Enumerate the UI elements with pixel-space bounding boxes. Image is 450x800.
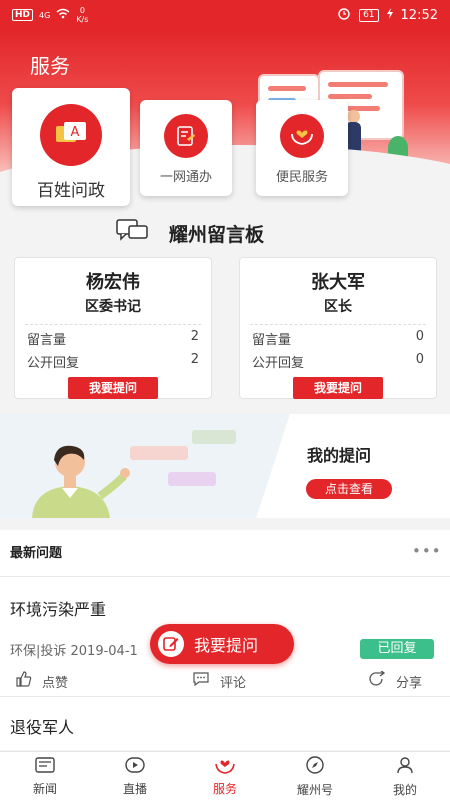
tab-yaozhou-hao[interactable]: 耀州号 [270, 752, 360, 800]
message-count-value: 2 [190, 329, 199, 344]
status-left: HD 4G 0 K/s [12, 6, 88, 24]
page-title: 服务 [30, 54, 70, 78]
question-title[interactable]: 环境污染严重 [10, 596, 106, 620]
person-pointing-illustration [28, 436, 138, 518]
status-right: 61 12:52 [337, 6, 438, 24]
illustration-line [328, 94, 372, 99]
reply-count-row: 公开回复 0 [240, 352, 436, 371]
share-label: 分享 [396, 675, 423, 691]
service-card-bianmin-fuwu[interactable]: 便民服务 [256, 100, 348, 196]
charging-icon [386, 7, 393, 23]
like-action[interactable]: 点赞 [16, 671, 68, 691]
hd-badge: HD [12, 9, 34, 21]
status-badge: 已回复 [360, 639, 434, 659]
tab-label: 耀州号 [296, 782, 333, 797]
message-count-label: 留言量 [27, 333, 67, 348]
tab-label: 我的 [392, 782, 417, 797]
message-board-title: 耀州留言板 [169, 223, 265, 246]
reply-count-value: 0 [415, 352, 424, 367]
tab-label: 直播 [122, 781, 147, 796]
official-role: 区长 [324, 299, 352, 315]
service-label: 一网通办 [159, 170, 212, 185]
more-options-icon[interactable]: ••• [412, 542, 442, 560]
my-questions-title: 我的提问 [307, 446, 372, 465]
wifi-icon [56, 8, 70, 22]
clock-time: 12:52 [400, 7, 438, 23]
ask-question-fab-label: 我要提问 [194, 636, 259, 655]
speech-bubble-illustration [192, 430, 236, 444]
comment-action[interactable]: 评论 [192, 671, 246, 691]
net-speed: 0 K/s [76, 6, 88, 24]
latest-questions-title: 最新问题 [10, 546, 63, 561]
net-speed-unit: K/s [76, 15, 89, 24]
question-meta: 环保|投诉 2019-04-1 [10, 644, 138, 659]
tab-live[interactable]: 直播 [90, 752, 180, 800]
speech-bubble-illustration [168, 472, 216, 486]
message-board-header: 耀州留言板 [115, 218, 264, 248]
share-icon [368, 669, 386, 691]
message-count-row: 留言量 0 [240, 329, 436, 348]
edit-icon [158, 631, 184, 657]
reply-count-label: 公开回复 [252, 356, 305, 371]
qa-icon: A [40, 104, 102, 166]
like-label: 点赞 [42, 675, 69, 691]
app-screen: HD 4G 0 K/s 61 12:52 服务 A 百姓问政 一网通办 便民服务… [0, 0, 450, 800]
service-label: 百姓问政 [37, 181, 105, 201]
network-label: 4G [39, 10, 51, 20]
ask-question-fab[interactable]: 我要提问 [150, 624, 294, 664]
play-icon [124, 756, 146, 777]
status-bar: HD 4G 0 K/s 61 12:52 [0, 0, 450, 30]
reply-count-label: 公开回复 [27, 356, 80, 371]
question-title[interactable]: 退役军人 [10, 714, 74, 738]
divider [0, 576, 450, 577]
net-speed-value: 0 [79, 6, 85, 15]
service-hands-icon [214, 756, 236, 777]
reply-count-value: 2 [190, 352, 199, 367]
tab-news[interactable]: 新闻 [0, 752, 90, 800]
official-name: 杨宏伟 [86, 272, 140, 293]
comment-icon [192, 671, 210, 691]
illustration-line [328, 82, 388, 87]
speech-bubble-illustration [130, 446, 188, 460]
user-icon [395, 755, 415, 778]
service-label: 便民服务 [275, 170, 328, 185]
compass-icon [305, 755, 325, 778]
ask-question-button[interactable]: 我要提问 [68, 377, 158, 399]
official-name: 张大军 [311, 272, 365, 293]
comment-label: 评论 [220, 675, 247, 691]
document-icon [164, 114, 208, 158]
message-count-value: 0 [415, 329, 424, 344]
tab-service[interactable]: 服务 [180, 752, 270, 800]
ask-question-button[interactable]: 我要提问 [293, 377, 383, 399]
message-count-row: 留言量 2 [15, 329, 211, 348]
thumbs-up-icon [16, 671, 32, 691]
battery-indicator: 61 [359, 8, 379, 22]
illustration-line [268, 86, 306, 91]
tab-label: 新闻 [32, 781, 57, 796]
reply-count-row: 公开回复 2 [15, 352, 211, 371]
share-action[interactable]: 分享 [368, 669, 423, 691]
svg-text:A: A [71, 125, 80, 140]
official-role: 区委书记 [85, 299, 141, 315]
alarm-icon [337, 6, 351, 24]
message-count-label: 留言量 [252, 333, 292, 348]
my-questions-banner[interactable]: 我的提问 点击查看 [0, 414, 450, 518]
news-icon [34, 756, 56, 777]
divider [25, 324, 201, 325]
divider [0, 696, 450, 697]
divider [250, 324, 426, 325]
official-card: 杨宏伟 区委书记 留言量 2 公开回复 2 我要提问 [14, 257, 212, 399]
official-card: 张大军 区长 留言量 0 公开回复 0 我要提问 [239, 257, 437, 399]
view-my-questions-button[interactable]: 点击查看 [306, 479, 392, 499]
service-card-yiwang-tongban[interactable]: 一网通办 [140, 100, 232, 196]
tab-mine[interactable]: 我的 [360, 752, 450, 800]
bottom-tab-bar: 新闻 直播 服务 耀州号 我的 [0, 751, 450, 800]
service-card-baixing-wenzheng[interactable]: A 百姓问政 [12, 88, 130, 206]
heart-hands-icon [280, 114, 324, 158]
tab-label: 服务 [212, 781, 237, 796]
chat-bubbles-icon [115, 218, 149, 248]
